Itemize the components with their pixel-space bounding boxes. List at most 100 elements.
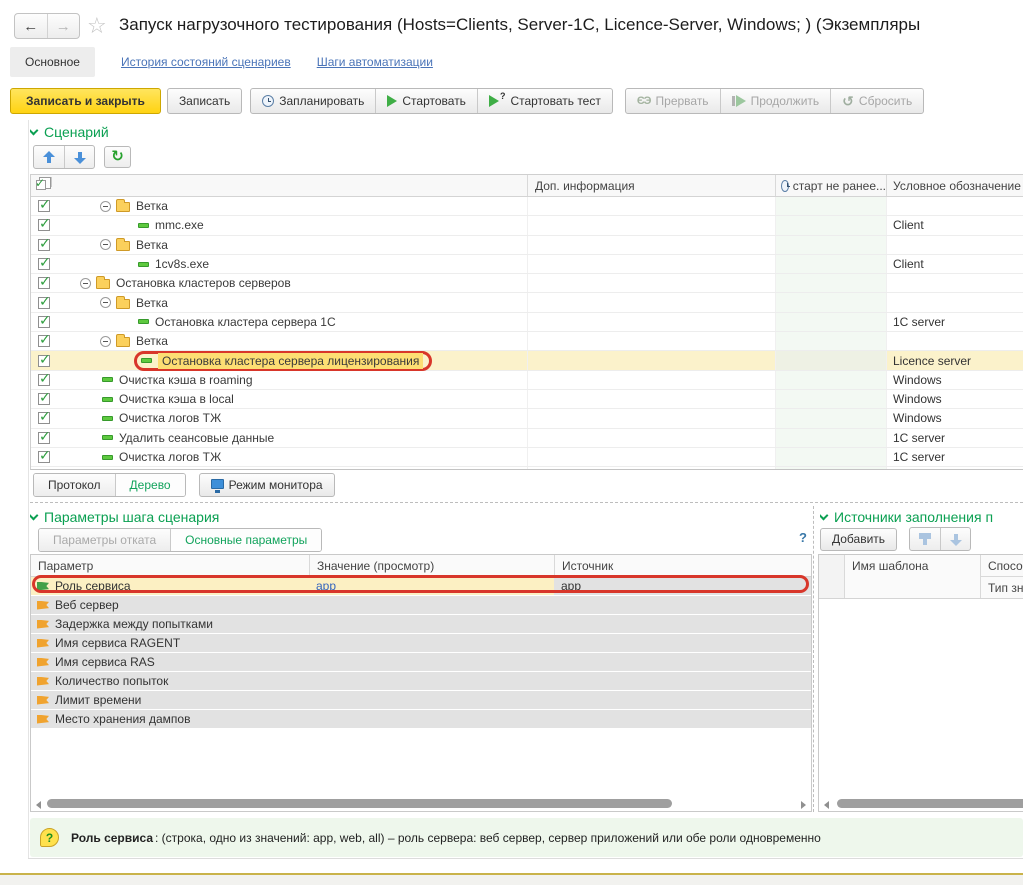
table-row[interactable]: Веб сервер bbox=[31, 596, 811, 615]
checkbox-checked-icon[interactable] bbox=[38, 432, 50, 444]
interrupt-button[interactable]: ЄЭ Прервать bbox=[626, 89, 720, 113]
table-row[interactable]: Ветка bbox=[31, 332, 1023, 351]
params-horizontal-scrollbar[interactable] bbox=[33, 799, 809, 809]
table-row[interactable]: Место хранения дампов bbox=[31, 710, 811, 729]
start-test-button[interactable]: ? Стартовать тест bbox=[477, 89, 612, 113]
table-row[interactable]: mmc.exeClient bbox=[31, 216, 1023, 235]
horizontal-splitter[interactable] bbox=[30, 502, 1023, 503]
checkbox-checked-icon[interactable] bbox=[38, 374, 50, 386]
table-row[interactable]: Роль сервисаappapp bbox=[31, 577, 811, 596]
schedule-button[interactable]: Запланировать bbox=[251, 89, 375, 113]
save-button[interactable]: Записать bbox=[167, 88, 242, 114]
source-column-header[interactable]: Источник bbox=[554, 555, 811, 576]
info-column-header[interactable]: Доп. информация bbox=[527, 175, 775, 196]
checkbox-checked-icon[interactable] bbox=[38, 412, 50, 424]
forward-button[interactable]: → bbox=[47, 14, 80, 38]
unit-column-header[interactable]: Условное обозначение ед bbox=[886, 175, 1023, 196]
checkbox-checked-icon[interactable] bbox=[38, 239, 50, 251]
main-params-tab[interactable]: Основные параметры bbox=[170, 529, 321, 551]
tab-history-link[interactable]: История состояний сценариев bbox=[121, 55, 291, 69]
arrow-up-icon bbox=[919, 533, 931, 546]
start-column-header[interactable]: старт не ранее... bbox=[775, 175, 886, 196]
scroll-thumb[interactable] bbox=[837, 799, 1023, 808]
back-button[interactable]: ← bbox=[15, 14, 47, 38]
favorite-star-icon[interactable]: ☆ bbox=[87, 13, 107, 39]
collapse-icon[interactable] bbox=[100, 201, 111, 212]
param-column-header[interactable]: Параметр bbox=[31, 555, 309, 576]
checkbox-cell bbox=[31, 216, 56, 234]
checkbox-checked-icon[interactable] bbox=[38, 200, 50, 212]
reset-button[interactable]: ↺ Сбросить bbox=[830, 89, 923, 113]
tree-view-button[interactable]: Дерево bbox=[115, 474, 185, 496]
checkbox-checked-icon[interactable] bbox=[38, 451, 50, 463]
refresh-button[interactable]: ↻ bbox=[104, 146, 131, 168]
move-down-button-disabled[interactable] bbox=[940, 528, 970, 550]
table-row[interactable]: 1cv8s.exeClient bbox=[31, 255, 1023, 274]
value-column-header[interactable]: Значение (просмотр) bbox=[309, 555, 554, 576]
scroll-left-icon[interactable] bbox=[824, 801, 829, 809]
collapse-icon[interactable] bbox=[100, 239, 111, 250]
tree-cell: mmc.exe bbox=[56, 216, 527, 234]
step-params-section-header[interactable]: Параметры шага сценария bbox=[30, 509, 450, 525]
table-row[interactable]: Ветка bbox=[31, 293, 1023, 312]
move-down-button[interactable] bbox=[64, 146, 94, 168]
table-row[interactable]: Лимит времени bbox=[31, 691, 811, 710]
checkbox-checked-icon[interactable] bbox=[38, 219, 50, 231]
resume-icon bbox=[732, 95, 746, 107]
checkbox-checked-icon[interactable] bbox=[38, 355, 50, 367]
fill-sources-section-header[interactable]: Источники заполнения п bbox=[820, 509, 1023, 525]
tree-column-header[interactable] bbox=[56, 175, 527, 196]
checkbox-checked-icon[interactable] bbox=[38, 316, 50, 328]
save-and-close-button[interactable]: Записать и закрыть bbox=[10, 88, 161, 114]
table-row[interactable]: Очистка логов ТЖ1C server bbox=[31, 448, 1023, 467]
value-type-column-header[interactable]: Тип знач bbox=[981, 576, 1023, 598]
params-help-icon[interactable]: ? bbox=[799, 530, 807, 545]
select-all-column-header[interactable] bbox=[31, 175, 56, 196]
checkbox-checked-icon[interactable] bbox=[38, 277, 50, 289]
move-up-button[interactable] bbox=[34, 146, 64, 168]
view-switch: Протокол Дерево Режим монитора bbox=[33, 473, 335, 497]
tree-item-label: Остановка кластеров серверов bbox=[116, 276, 291, 290]
start-button[interactable]: Стартовать bbox=[375, 89, 477, 113]
template-name-column-header[interactable]: Имя шаблона bbox=[845, 555, 981, 598]
table-row[interactable]: Имя сервиса RAS bbox=[31, 653, 811, 672]
collapse-icon[interactable] bbox=[100, 336, 111, 347]
collapse-icon[interactable] bbox=[80, 278, 91, 289]
monitor-mode-button[interactable]: Режим монитора bbox=[199, 473, 335, 497]
rollback-params-tab[interactable]: Параметры отката bbox=[39, 529, 170, 551]
table-row[interactable] bbox=[31, 467, 1023, 470]
checkbox-checked-icon[interactable] bbox=[38, 297, 50, 309]
table-row[interactable]: Остановка кластера сервера 1С1C server bbox=[31, 313, 1023, 332]
add-button[interactable]: Добавить bbox=[820, 528, 897, 551]
move-up-button-disabled[interactable] bbox=[910, 528, 940, 550]
collapse-icon[interactable] bbox=[100, 297, 111, 308]
protocol-view-button[interactable]: Протокол bbox=[34, 474, 115, 496]
scroll-right-icon[interactable] bbox=[801, 801, 806, 809]
table-row[interactable]: Удалить сеансовые данные1C server bbox=[31, 429, 1023, 448]
table-row[interactable]: Очистка кэша в localWindows bbox=[31, 390, 1023, 409]
table-row[interactable]: Количество попыток bbox=[31, 672, 811, 691]
scroll-thumb[interactable] bbox=[47, 799, 672, 808]
param-label: Имя сервиса RAS bbox=[55, 655, 155, 669]
table-row[interactable]: Имя сервиса RAGENT bbox=[31, 634, 811, 653]
table-row[interactable]: Ветка bbox=[31, 236, 1023, 255]
vertical-splitter[interactable] bbox=[813, 506, 814, 812]
scenario-section-header[interactable]: Сценарий bbox=[30, 124, 109, 140]
checkbox-checked-icon[interactable] bbox=[38, 258, 50, 270]
table-row[interactable]: Остановка кластеров серверов bbox=[31, 274, 1023, 293]
table-row[interactable]: Ветка bbox=[31, 197, 1023, 216]
checkbox-checked-icon[interactable] bbox=[38, 393, 50, 405]
table-row[interactable]: Очистка кэша в roamingWindows bbox=[31, 371, 1023, 390]
checkbox-cell bbox=[31, 390, 56, 408]
fill-sources-horizontal-scrollbar[interactable] bbox=[821, 799, 1021, 809]
tab-automation-link[interactable]: Шаги автоматизации bbox=[317, 55, 433, 69]
table-row[interactable]: Задержка между попытками bbox=[31, 615, 811, 634]
table-row[interactable]: Очистка логов ТЖWindows bbox=[31, 409, 1023, 428]
start-cell bbox=[775, 274, 886, 292]
resume-button[interactable]: Продолжить bbox=[720, 89, 831, 113]
scroll-left-icon[interactable] bbox=[36, 801, 41, 809]
table-row[interactable]: Остановка кластера сервера лицензировани… bbox=[31, 351, 1023, 370]
fill-method-column-header[interactable]: Способ з bbox=[981, 555, 1023, 576]
tab-main[interactable]: Основное bbox=[10, 47, 95, 77]
checkbox-checked-icon[interactable] bbox=[38, 335, 50, 347]
